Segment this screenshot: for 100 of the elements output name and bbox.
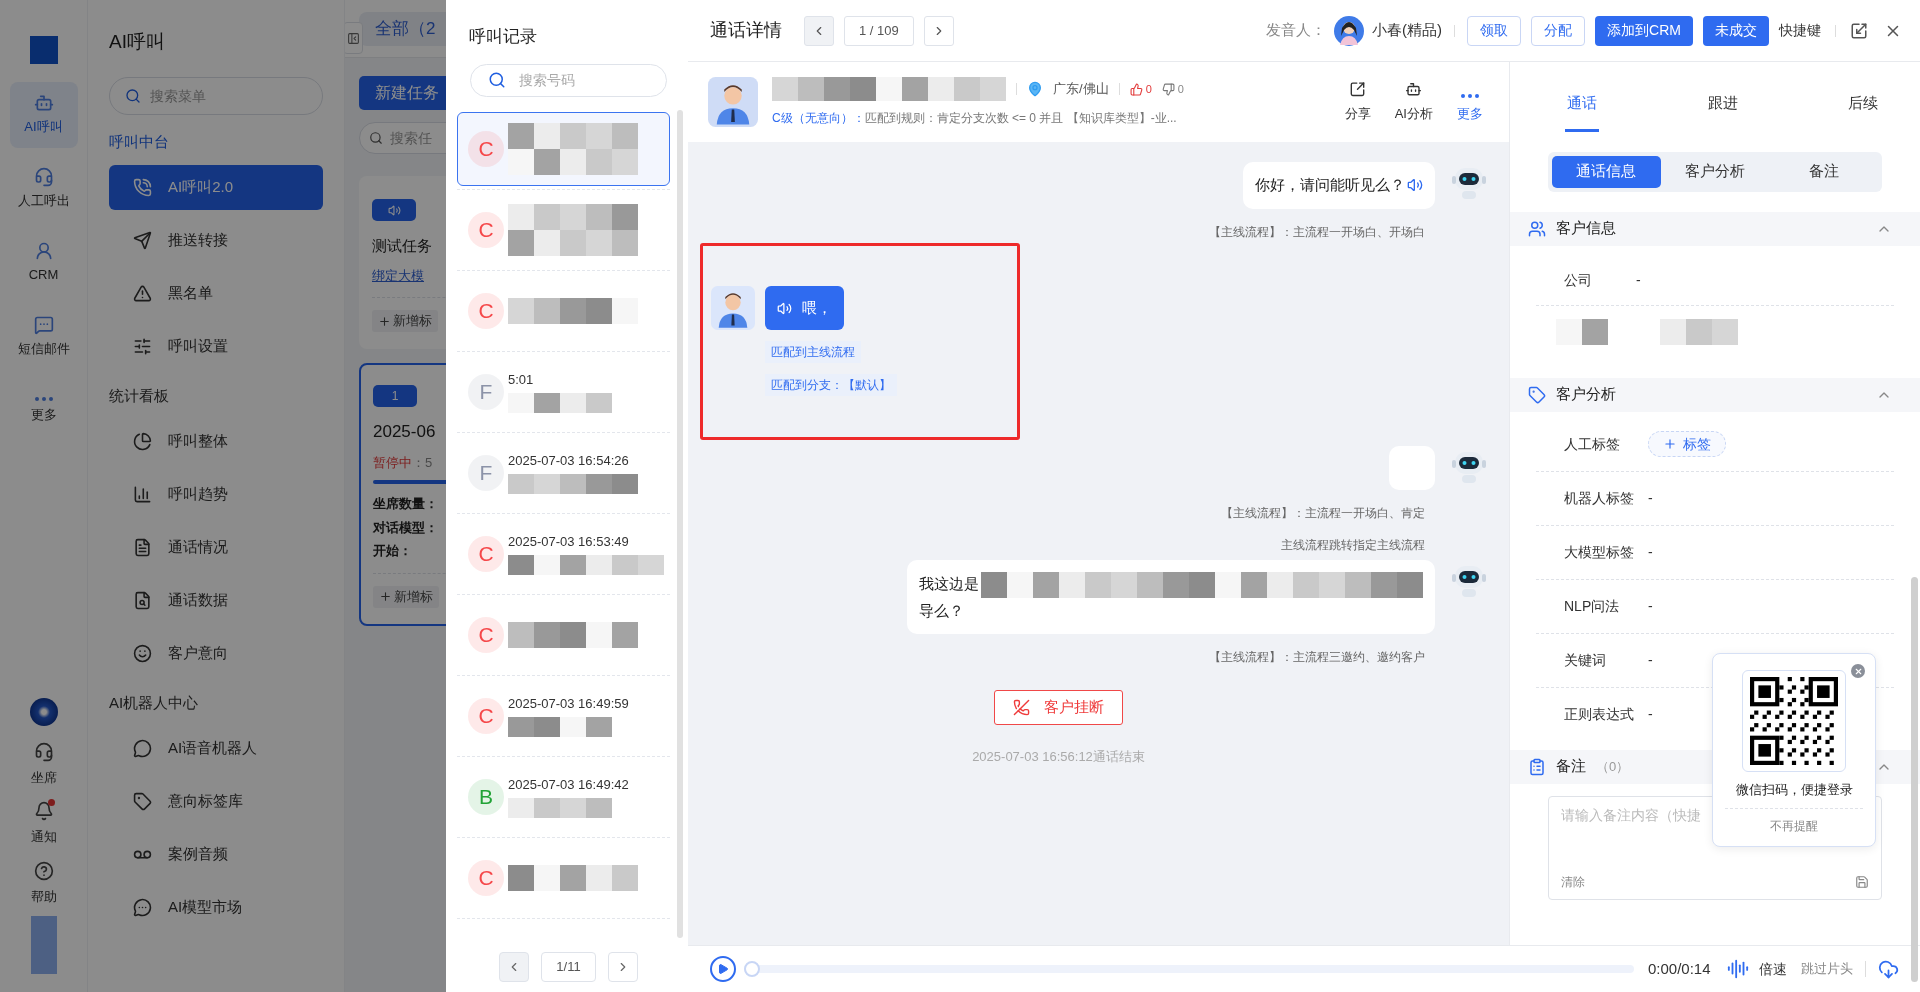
play-button[interactable]	[710, 956, 736, 982]
menu-item[interactable]: 意向标签库	[109, 778, 323, 824]
header-button[interactable]: 添加到CRM	[1595, 15, 1693, 46]
task-card[interactable]: 1 2025-06 暂停中：5 坐席数量： 对话模型： 开始： 新增标	[359, 363, 446, 626]
info-action-button[interactable]: AI分析	[1394, 81, 1433, 123]
side-tab[interactable]: 跟进	[1705, 92, 1740, 132]
rail-item[interactable]: 帮助	[30, 860, 57, 906]
field-label: 公司	[1563, 270, 1593, 290]
add-tag-button[interactable]: 新增标	[373, 585, 439, 608]
bell-icon	[33, 801, 54, 821]
section-header[interactable]: 客户信息	[1510, 211, 1920, 246]
rail-item[interactable]: AI呼叫	[9, 82, 78, 148]
menu-item[interactable]: AI呼叫2.0	[109, 164, 323, 210]
call-record-item[interactable]: C 2025-07-03 16:49:59	[457, 678, 670, 753]
more-icon	[34, 397, 53, 402]
field-value: -	[1648, 542, 1653, 562]
add-tag-button[interactable]: 新增标	[372, 310, 438, 332]
skip-intro-button[interactable]: 跳过片头	[1800, 959, 1853, 979]
side-tab[interactable]: 通话	[1565, 92, 1599, 132]
chat-icon	[133, 738, 152, 758]
menu-section-title: 统计看板	[109, 385, 170, 406]
segment-tab[interactable]: 通话信息	[1552, 155, 1661, 188]
call-record-item[interactable]: C	[457, 597, 670, 672]
call-record-item[interactable]: C	[457, 192, 670, 267]
side-tab[interactable]: 后续	[1846, 92, 1880, 132]
dismiss-button[interactable]: 不再提醒	[1770, 816, 1818, 835]
menu-item[interactable]: AI语音机器人	[109, 725, 323, 771]
speed-button[interactable]: 倍速	[1758, 958, 1787, 980]
speaker-name: 小春(精品)	[1372, 20, 1443, 41]
call-time: 2025-07-03 16:54:26	[508, 451, 630, 470]
field-label: 人工标签	[1563, 434, 1621, 454]
call-record-item[interactable]: C 2025-07-03 16:53:49	[457, 516, 670, 591]
collapse-toggle[interactable]	[345, 22, 363, 54]
bar-chart-icon	[133, 484, 152, 504]
download-icon[interactable]	[1877, 958, 1899, 980]
menu-item[interactable]: AI模型市场	[109, 884, 323, 930]
progress-thumb[interactable]	[744, 961, 760, 977]
shortcut-button[interactable]: 快捷键	[1779, 20, 1821, 41]
rail-item[interactable]: 通知	[30, 801, 57, 847]
new-task-button[interactable]: 新建任务	[359, 76, 446, 110]
menu-item[interactable]: 呼叫整体	[109, 418, 323, 464]
rail-item[interactable]: 短信邮件	[9, 304, 78, 370]
add-tag-button[interactable]: 标签	[1648, 431, 1726, 457]
section-header[interactable]: 客户分析	[1510, 377, 1920, 412]
field-value: -	[1648, 596, 1653, 616]
call-record-item[interactable]: C	[457, 111, 670, 186]
rail-item[interactable]: CRM	[9, 230, 78, 296]
menu-item[interactable]: 客户意向	[109, 630, 323, 676]
tag-icon	[1528, 385, 1546, 404]
call-time: 2025-07-03 16:49:59	[508, 694, 629, 713]
fullscreen-icon[interactable]	[1850, 21, 1868, 40]
number-search-field[interactable]: 搜索号码	[470, 63, 667, 97]
menu-item[interactable]: 呼叫趋势	[109, 471, 323, 517]
promo-banner[interactable]	[30, 916, 57, 974]
flow-note: 【主线流程】：主流程一开场白、开场白	[1209, 223, 1425, 241]
call-record-item[interactable]: B 2025-07-03 16:49:42	[457, 759, 670, 834]
field-label: 正则表达式	[1563, 705, 1635, 724]
menu-item[interactable]: 推送转接	[109, 217, 323, 263]
task-title: 测试任务	[372, 236, 433, 256]
call-record-item[interactable]: C	[457, 273, 670, 348]
task-card[interactable]: 测试任务 绑定大模 新增标	[359, 176, 446, 349]
section-title: 客户信息	[1556, 218, 1616, 239]
menu-item[interactable]: 黑名单	[109, 270, 323, 316]
segment-tab[interactable]: 客户分析	[1660, 155, 1770, 188]
rail-item[interactable]: 更多	[9, 378, 78, 444]
save-icon[interactable]	[1855, 874, 1869, 889]
menu-title: AI呼叫	[109, 30, 166, 54]
location-pin-icon	[1027, 81, 1043, 97]
close-popup-button[interactable]	[1851, 664, 1865, 678]
like-count: 0	[1145, 81, 1152, 97]
clear-button[interactable]: 清除	[1561, 872, 1585, 891]
header-button[interactable]: 分配	[1531, 15, 1586, 46]
grade-letter: C	[478, 621, 494, 648]
task-status: 暂停中	[373, 453, 412, 472]
call-record-item[interactable]: F 5:01	[457, 354, 670, 429]
menu-item[interactable]: 案例音频	[109, 831, 323, 877]
menu-item[interactable]: 通话情况	[109, 524, 323, 570]
menu-item[interactable]: 通话数据	[109, 577, 323, 623]
logo-icon	[29, 36, 58, 64]
match-note: 匹配到主线流程	[765, 341, 861, 363]
audio-wave-icon[interactable]	[1726, 958, 1749, 980]
user-avatar[interactable]	[29, 697, 58, 726]
info-action-button[interactable]: 分享	[1344, 81, 1371, 123]
share-icon	[1349, 81, 1367, 98]
call-record-item[interactable]: C	[457, 840, 670, 915]
call-time: 2025-07-03 16:53:49	[508, 532, 630, 551]
model-link[interactable]: 绑定大模	[372, 265, 446, 285]
header-button[interactable]: 未成交	[1703, 15, 1769, 46]
rail-item[interactable]: 人工呼出	[9, 156, 78, 222]
call-record-item[interactable]: F 2025-07-03 16:54:26	[457, 435, 670, 510]
speaker-avatar-icon	[1334, 15, 1365, 46]
call-time: 5:01	[508, 370, 535, 389]
header-button[interactable]: 领取	[1467, 15, 1522, 46]
filter-tab[interactable]: 全部（2	[359, 12, 446, 46]
task-field-label: 对话模型：	[373, 518, 439, 537]
info-action-button[interactable]: 更多	[1457, 81, 1483, 123]
segment-tab[interactable]: 备注	[1769, 155, 1878, 188]
field-label: 大模型标签	[1563, 542, 1635, 562]
menu-item[interactable]: 呼叫设置	[109, 323, 323, 369]
rail-item[interactable]: 坐席	[30, 741, 57, 787]
